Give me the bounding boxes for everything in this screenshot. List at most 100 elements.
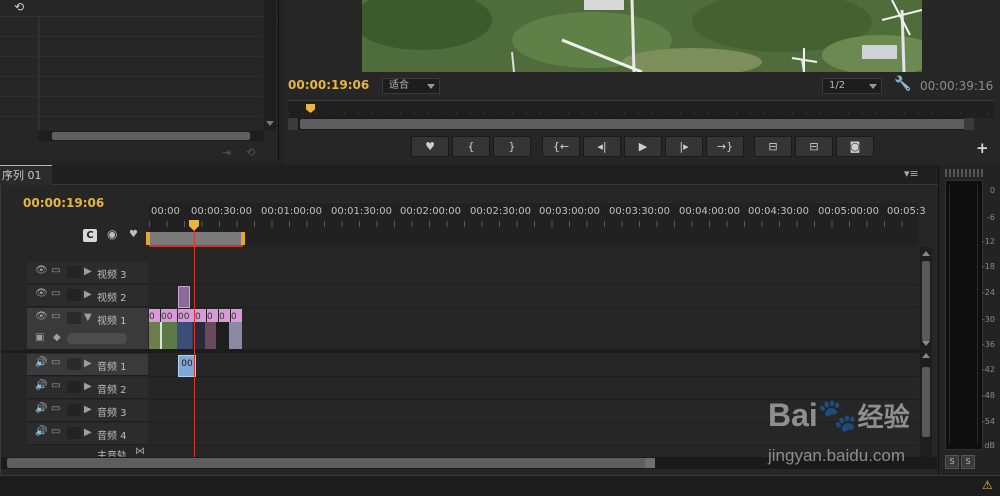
track-header-video-1[interactable]: 👁 ▭ ▼ 视频 1 ▣ ◆: [27, 308, 148, 350]
track-header-audio-3[interactable]: 🔊 ▭ ▶ 音频 3: [27, 400, 148, 422]
status-bar: ⚠: [0, 475, 1000, 496]
playhead-line[interactable]: [194, 230, 195, 457]
bowtie-icon: ⋈: [135, 447, 145, 457]
work-area-bar[interactable]: [149, 232, 243, 247]
video-preview: [362, 0, 922, 72]
ruler-label: 00:04:30:00: [748, 206, 810, 217]
ruler-label: 00:00: [151, 206, 180, 217]
program-monitor: 00:00:19:06 适合 1/2 🔧 00:00:39:16 ♥ { } {…: [284, 0, 1000, 165]
eye-icon[interactable]: 👁: [35, 288, 48, 299]
collapse-arrow-icon[interactable]: ▼: [84, 312, 92, 323]
monitor-zoom-scrollbar[interactable]: [288, 118, 974, 130]
keyframe-navigator[interactable]: [67, 333, 127, 344]
go-to-out-button[interactable]: →}: [706, 136, 744, 157]
expand-arrow-icon[interactable]: ▶: [84, 266, 92, 277]
filmstrip-icon[interactable]: ▭: [51, 380, 60, 391]
expand-arrow-icon[interactable]: ▶: [84, 404, 92, 415]
lock-toggle[interactable]: [67, 404, 81, 416]
go-to-in-button[interactable]: {←: [542, 136, 580, 157]
filmstrip-icon[interactable]: ▭: [51, 265, 60, 276]
filmstrip-icon[interactable]: ▭: [51, 288, 60, 299]
expand-arrow-icon[interactable]: ▶: [84, 289, 92, 300]
tab-sequence-01[interactable]: 序列 01 ×: [0, 165, 52, 201]
clear-icon[interactable]: ⟲: [246, 146, 255, 159]
filmstrip-icon[interactable]: ▭: [51, 403, 60, 414]
timeline-current-timecode[interactable]: 00:00:19:06: [23, 196, 104, 210]
snap-icon[interactable]: C: [83, 229, 97, 242]
lift-button[interactable]: ⊟: [754, 136, 792, 157]
export-frame-button[interactable]: ◙: [836, 136, 874, 157]
tab-sequence-label: 序列 01: [2, 169, 42, 182]
step-back-button[interactable]: ◂|: [583, 136, 621, 157]
eye-icon[interactable]: 👁: [35, 311, 48, 322]
clip-thumbnails: [149, 322, 242, 349]
set-marker-icon[interactable]: ◉: [107, 227, 117, 241]
step-forward-button[interactable]: |▸: [665, 136, 703, 157]
speaker-icon[interactable]: 🔊: [35, 426, 47, 437]
ruler-label: 00:03:00:00: [539, 206, 601, 217]
wrench-icon[interactable]: 🔧: [894, 76, 911, 92]
track-header-audio-4[interactable]: 🔊 ▭ ▶ 音频 4: [27, 423, 148, 445]
track-name: 音频 2: [97, 385, 127, 396]
filmstrip-icon[interactable]: ▭: [51, 426, 60, 437]
speaker-icon[interactable]: 🔊: [35, 403, 47, 414]
monitor-current-timecode[interactable]: 00:00:19:06: [288, 78, 369, 92]
mark-in-button[interactable]: {: [452, 136, 490, 157]
lock-toggle[interactable]: [67, 266, 81, 278]
lock-toggle[interactable]: [67, 381, 81, 393]
monitor-time-ruler[interactable]: [288, 100, 994, 118]
add-marker-button[interactable]: ♥: [411, 136, 449, 157]
track-header-video-3[interactable]: 👁 ▭ ▶ 视频 3: [27, 262, 148, 284]
resolution-dropdown-label: 1/2: [829, 80, 846, 91]
play-button[interactable]: ▶: [624, 136, 662, 157]
eye-icon[interactable]: 👁: [35, 265, 48, 276]
video-2-clip[interactable]: [178, 286, 190, 308]
expand-arrow-icon[interactable]: ▶: [84, 358, 92, 369]
ruler-label: 00:02:30:00: [470, 206, 532, 217]
new-item-icon[interactable]: ⇥: [222, 146, 231, 159]
ruler-label: 00:03:30:00: [609, 206, 671, 217]
lock-toggle[interactable]: [67, 289, 81, 301]
filmstrip-icon[interactable]: ▭: [51, 311, 60, 322]
marker-icon[interactable]: ♥: [129, 229, 138, 240]
track-lane-video-1[interactable]: [149, 308, 919, 350]
mark-out-button[interactable]: }: [493, 136, 531, 157]
resolution-dropdown[interactable]: 1/2: [822, 78, 882, 94]
expand-arrow-icon[interactable]: ▶: [84, 381, 92, 392]
panel-menu-icon[interactable]: ▾≡: [904, 167, 919, 180]
expand-arrow-icon[interactable]: ▶: [84, 427, 92, 438]
track-name: 主音轨: [97, 451, 127, 457]
db-label: -48: [981, 391, 995, 400]
db-label: -42: [981, 365, 995, 374]
track-lane-video-2[interactable]: [149, 285, 919, 308]
keyframe-icon[interactable]: ◆: [53, 332, 61, 343]
track-header-video-2[interactable]: 👁 ▭ ▶ 视频 2: [27, 285, 148, 307]
track-header-audio-1[interactable]: 🔊 ▭ ▶ 音频 1: [27, 354, 148, 376]
track-name: 音频 4: [97, 431, 127, 442]
db-label: 0: [989, 186, 995, 195]
track-lane-audio-1[interactable]: [149, 354, 919, 377]
add-button-icon[interactable]: +: [976, 139, 989, 157]
warning-icon[interactable]: ⚠: [982, 478, 993, 492]
filmstrip-icon[interactable]: ▭: [51, 357, 60, 368]
solo-right-button[interactable]: S: [961, 455, 975, 469]
lock-toggle[interactable]: [67, 427, 81, 439]
fit-dropdown[interactable]: 适合: [382, 78, 440, 94]
lock-toggle[interactable]: [67, 358, 81, 370]
track-lane-video-3[interactable]: [149, 262, 919, 285]
track-header-master[interactable]: 主音轨 ⋈: [27, 447, 148, 457]
project-vertical-scrollbar[interactable]: [264, 0, 276, 130]
chevron-down-icon: [427, 84, 435, 89]
paw-icon: 🐾: [817, 397, 858, 433]
track-name: 音频 3: [97, 408, 127, 419]
db-label: -18: [981, 262, 995, 271]
display-style-icon[interactable]: ▣: [35, 332, 44, 343]
ruler-label: 00:04:00:00: [679, 206, 741, 217]
back-icon[interactable]: ⟲: [14, 0, 30, 14]
extract-button[interactable]: ⊟: [795, 136, 833, 157]
db-label: -6: [987, 213, 995, 222]
lock-toggle[interactable]: [67, 312, 81, 324]
speaker-icon[interactable]: 🔊: [35, 380, 47, 391]
track-header-audio-2[interactable]: 🔊 ▭ ▶ 音频 2: [27, 377, 148, 399]
speaker-icon[interactable]: 🔊: [35, 357, 47, 368]
